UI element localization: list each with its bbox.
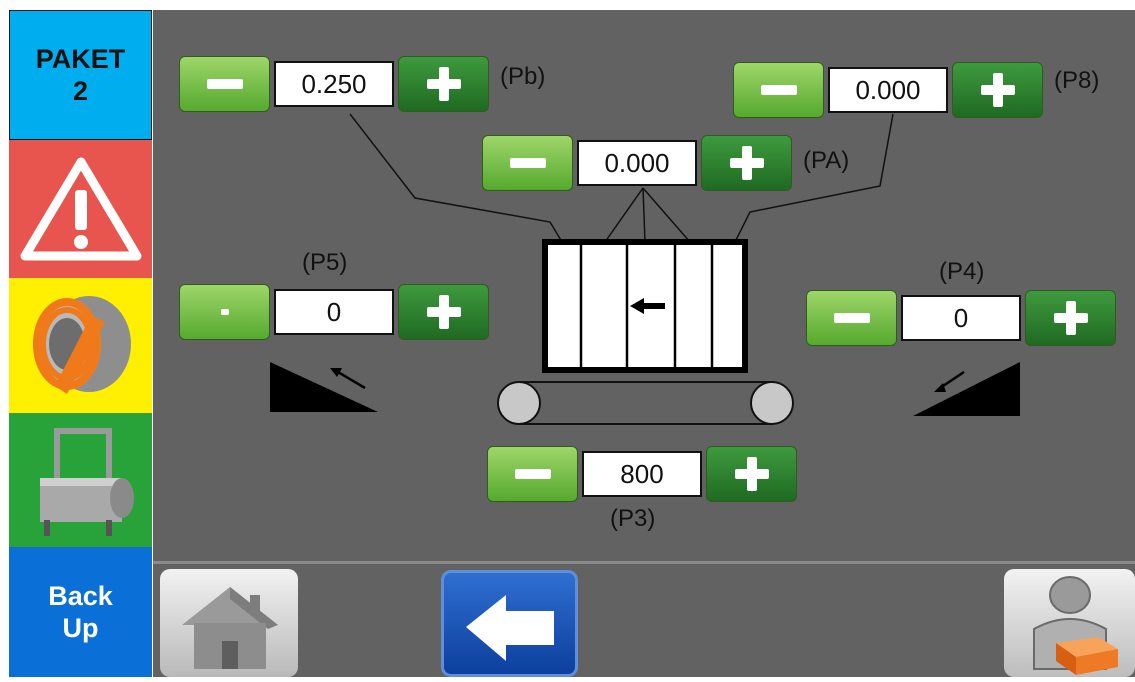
p3-label: (P3): [610, 505, 656, 532]
p4-label: (P4): [939, 258, 985, 285]
p3-value-field[interactable]: 800: [582, 451, 702, 497]
p5-decrease-button[interactable]: [179, 284, 270, 340]
p5-value-field[interactable]: 0: [274, 289, 394, 335]
pa-value-field[interactable]: 0.000: [577, 140, 697, 186]
package-button[interactable]: PAKET 2: [9, 10, 152, 140]
p8-increase-button[interactable]: [952, 62, 1043, 118]
pb-label: (Pb): [500, 63, 546, 90]
p3-decrease-button[interactable]: [487, 446, 578, 502]
p3-increase-button[interactable]: [706, 446, 797, 502]
p4-control: 0: [806, 290, 1116, 346]
home-icon: [182, 587, 278, 669]
home-button[interactable]: [160, 569, 298, 677]
strap-coil-icon: [32, 295, 131, 394]
backup-button[interactable]: Back Up: [9, 547, 152, 677]
bottom-bar: [153, 561, 1135, 677]
p8-control: 0.000: [733, 62, 1043, 118]
p4-value-field[interactable]: 0: [901, 295, 1021, 341]
warning-icon: [20, 157, 141, 261]
p8-label: (P8): [1054, 67, 1100, 94]
pb-decrease-button[interactable]: [179, 56, 270, 112]
pb-control: 0.250: [179, 56, 489, 112]
p4-decrease-button[interactable]: [806, 290, 897, 346]
pa-control: 0.000: [482, 135, 792, 191]
pb-value-field[interactable]: 0.250: [274, 61, 394, 107]
p8-value-field[interactable]: 0.000: [828, 67, 948, 113]
back-button[interactable]: [441, 570, 578, 677]
strapping-machine-icon: [39, 428, 134, 536]
strap-coil-button[interactable]: [9, 278, 152, 413]
operator-package-icon: [1033, 576, 1118, 675]
pa-decrease-button[interactable]: [482, 135, 573, 191]
p4-increase-button[interactable]: [1025, 290, 1116, 346]
sidebar: PAKET 2 Back Up: [0, 0, 153, 677]
pa-increase-button[interactable]: [701, 135, 792, 191]
p8-decrease-button[interactable]: [733, 62, 824, 118]
p5-control: 0: [179, 284, 489, 340]
p5-increase-button[interactable]: [398, 284, 489, 340]
p3-control: 800: [487, 446, 797, 502]
warning-button[interactable]: [9, 140, 152, 278]
pb-increase-button[interactable]: [398, 56, 489, 112]
operator-button[interactable]: [1004, 569, 1135, 677]
package-label: PAKET 2: [35, 44, 126, 106]
back-arrow-icon: [466, 595, 554, 661]
backup-label: Back Up: [48, 581, 113, 643]
pa-label: (PA): [803, 147, 850, 174]
strapping-machine-button[interactable]: [9, 413, 152, 547]
p5-label: (P5): [302, 249, 348, 276]
